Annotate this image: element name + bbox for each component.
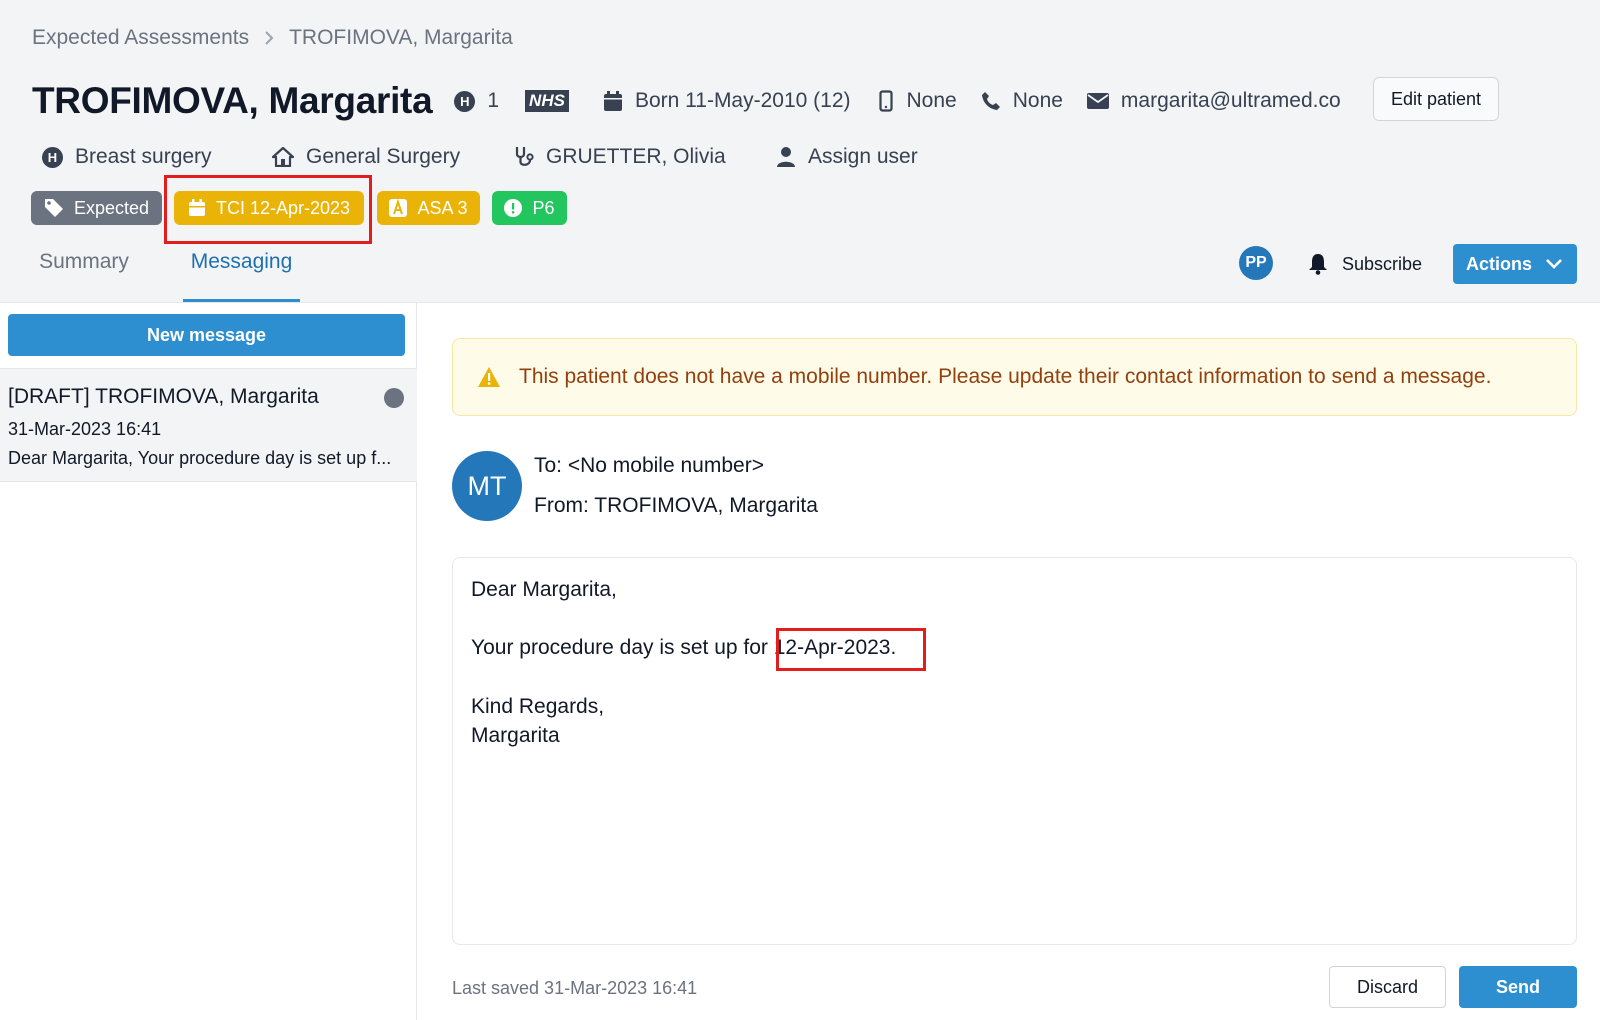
tag-priority-label: P6 [532,197,555,218]
edit-patient-button[interactable]: Edit patient [1373,77,1499,121]
bell-icon [1309,254,1327,275]
specialty-value: Breast surgery [75,145,212,168]
mobile-value: None [906,89,957,112]
tag-tci-label: TCI 12-Apr-2023 [215,197,351,218]
tag-priority[interactable]: P6 [492,191,567,225]
breadcrumb: Expected Assessments TROFIMOVA, Margarit… [32,26,513,50]
title-row: TROFIMOVA, Margarita H 1 NHS Born 11-May… [32,76,1341,126]
tab-summary[interactable]: Summary [20,248,148,302]
chevron-right-icon [265,31,274,45]
message-from: From: TROFIMOVA, Margarita [534,494,818,517]
sender-avatar: MT [452,451,522,521]
message-preview: Dear Margarita, Your procedure day is se… [8,448,392,468]
tag-icon [44,199,63,217]
asa-icon [389,199,408,217]
discard-button[interactable]: Discard [1329,966,1446,1008]
email: margarita@ultramed.co [1086,89,1341,113]
department: General Surgery [272,142,460,172]
message-to: To: <No mobile number> [534,454,764,477]
mobile-number: None [878,89,957,113]
assign-user-label[interactable]: Assign user [808,145,918,169]
phone-icon [981,92,1000,110]
tag-asa[interactable]: ASA 3 [377,191,480,225]
mobile-icon [878,90,893,112]
unread-dot-icon [384,388,404,408]
list-item[interactable]: [DRAFT] TROFIMOVA, Margarita 31-Mar-2023… [0,368,417,482]
send-button[interactable]: Send [1459,966,1577,1008]
subscribe-label: Subscribe [1342,253,1423,274]
stethoscope-icon [515,147,534,166]
tag-expected[interactable]: Expected [31,191,162,225]
home-icon [272,147,294,167]
nhs-logo: NHS [525,90,569,112]
breadcrumb-expected-assessments[interactable]: Expected Assessments [32,26,249,50]
phone-number: None [981,89,1063,113]
hospital-icon: H [454,90,476,112]
calendar-icon [603,91,622,111]
alert-circle-icon [504,199,523,217]
actions-dropdown[interactable]: Actions [1453,244,1577,284]
phone-value: None [1012,89,1063,112]
new-message-button[interactable]: New message [8,314,405,356]
body-procedure-text: Your procedure day is set up for [471,636,774,659]
date-of-birth: Born 11-May-2010 (12) [603,89,851,113]
user-icon [777,147,795,167]
hospital-number-value: 1 [487,89,500,112]
email-value[interactable]: margarita@ultramed.co [1121,89,1341,113]
department-value: General Surgery [306,145,461,168]
body-procedure-line: Your procedure day is set up for 12-Apr-… [471,636,896,660]
specialty: H Breast surgery [42,142,212,172]
actions-label: Actions [1466,253,1533,274]
message-title: [DRAFT] TROFIMOVA, Margarita [8,385,319,408]
assign-user[interactable]: Assign user [776,142,918,172]
envelope-icon [1086,93,1109,109]
hospital-icon: H [42,146,63,168]
body-procedure-date: 12-Apr-2023. [773,636,897,659]
warning-banner: This patient does not have a mobile numb… [452,338,1577,416]
body-closing: Kind Regards, [471,695,605,718]
body-signature: Margarita [471,724,560,747]
subscribe-button[interactable]: Subscribe [1308,250,1422,278]
last-saved-status: Last saved 31-Mar-2023 16:41 [452,978,698,998]
tag-expected-label: Expected [73,197,150,218]
page-title: TROFIMOVA, Margarita [32,80,433,121]
tab-messaging[interactable]: Messaging [183,248,300,302]
message-body-editor[interactable]: Dear Margarita, Your procedure day is se… [452,557,1577,945]
avatar[interactable]: PP [1239,246,1273,280]
body-greeting: Dear Margarita, [471,578,617,601]
warning-text: This patient does not have a mobile numb… [519,365,1492,388]
tag-tci-date[interactable]: TCI 12-Apr-2023 [174,191,364,225]
hospital-number: H 1 [454,89,499,113]
clinician: GRUETTER, Olivia [514,142,726,172]
patient-header: Expected Assessments TROFIMOVA, Margarit… [0,0,1600,303]
chevron-down-icon [1546,259,1562,269]
dob-value: Born 11-May-2010 (12) [634,89,851,112]
breadcrumb-current: TROFIMOVA, Margarita [289,26,513,49]
calendar-icon [188,199,205,216]
message-list-panel: New message [DRAFT] TROFIMOVA, Margarita… [0,303,417,1020]
message-date: 31-Mar-2023 16:41 [8,419,162,439]
warning-triangle-icon [478,367,500,387]
clinician-value: GRUETTER, Olivia [546,145,726,168]
tag-asa-label: ASA 3 [417,197,468,218]
